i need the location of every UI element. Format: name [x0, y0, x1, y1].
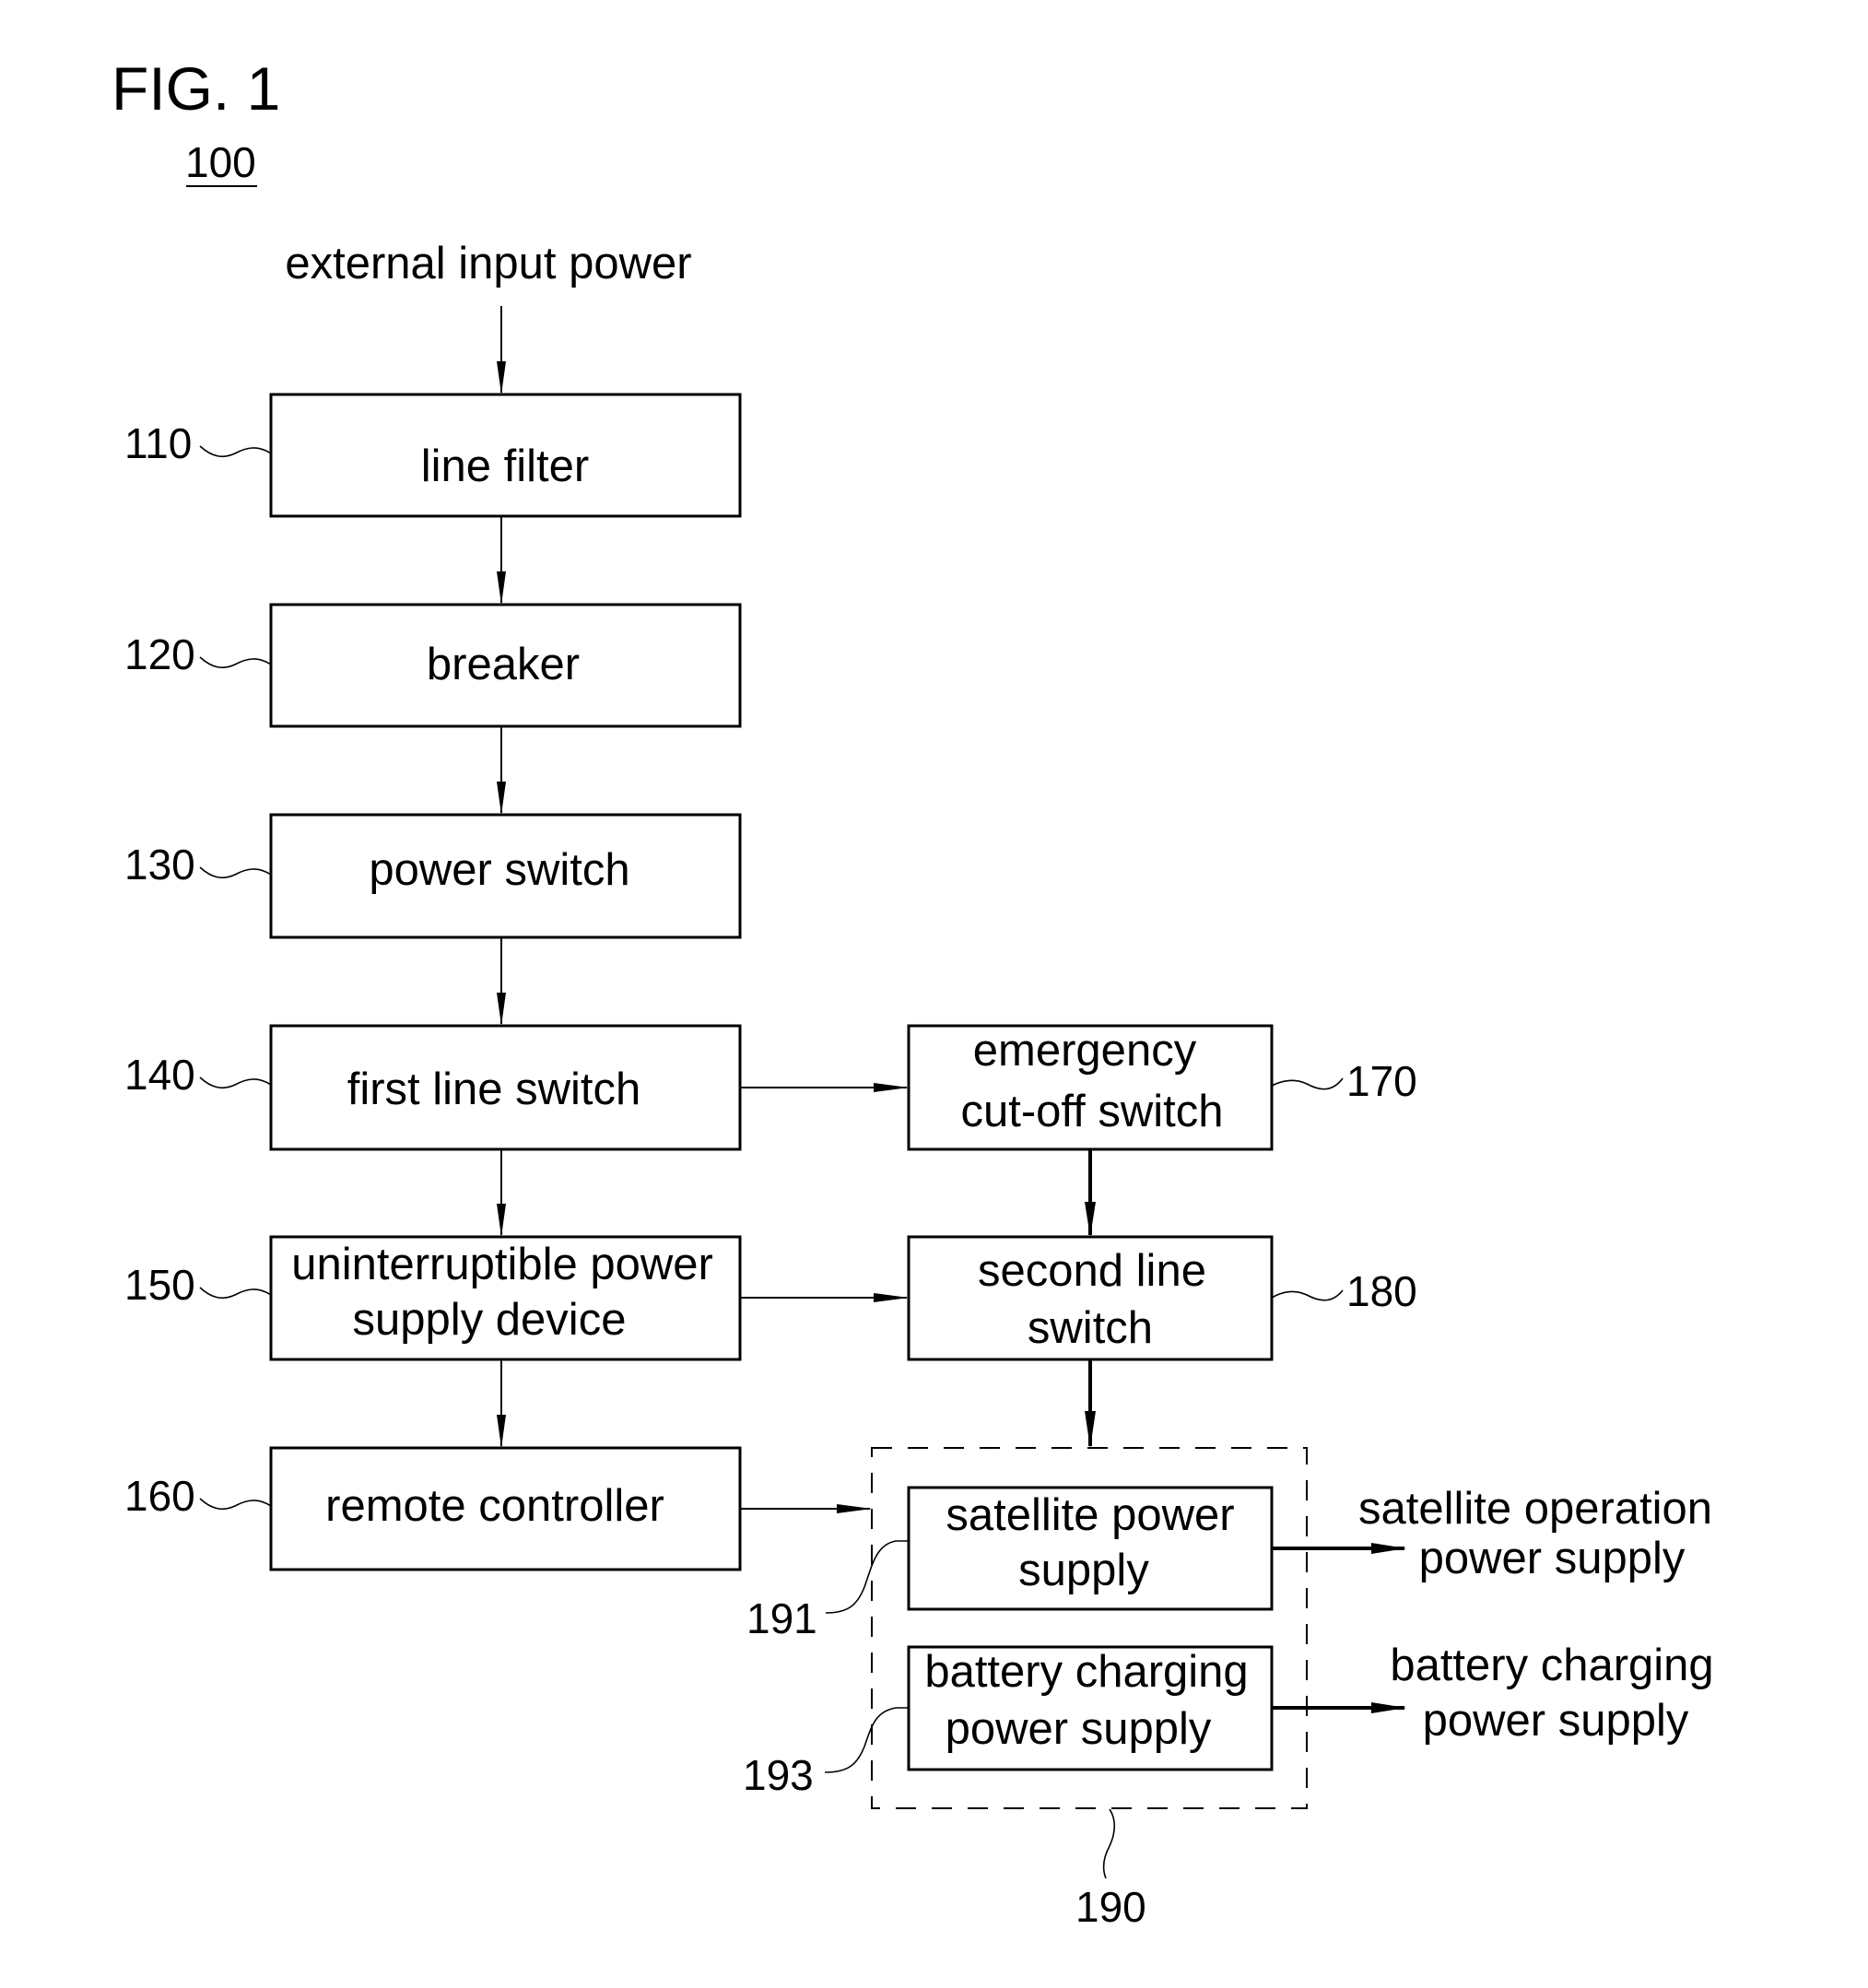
- arrow-first-line-switch-to-emergency: [740, 1083, 909, 1092]
- ref-190: 190: [1075, 1808, 1146, 1931]
- block-label: power switch: [369, 845, 629, 895]
- block-emergency-cutoff-switch[interactable]: emergency cut-off switch: [907, 1024, 1274, 1151]
- output-label-line-1: satellite operation: [1358, 1484, 1712, 1534]
- ref-label: 191: [746, 1594, 817, 1642]
- ref-120: 120: [124, 630, 272, 678]
- block-battery-charging-power-supply[interactable]: battery charging power supply: [907, 1645, 1274, 1771]
- ref-label: 193: [743, 1751, 814, 1799]
- arrow-power-switch-to-first-line-switch: [497, 937, 506, 1026]
- arrow-line-filter-to-breaker: [497, 516, 506, 605]
- ref-label: 140: [124, 1051, 195, 1099]
- block-first-line-switch[interactable]: first line switch: [269, 1024, 742, 1151]
- ref-180: 180: [1271, 1267, 1417, 1315]
- block-label: breaker: [427, 640, 580, 689]
- block-power-switch[interactable]: power switch: [269, 813, 742, 939]
- block-second-line-switch[interactable]: second line switch: [907, 1235, 1274, 1361]
- arrow-second-line-switch-to-group: [1085, 1359, 1096, 1448]
- ref-label: 160: [124, 1472, 195, 1520]
- block-label-line-1: satellite power: [946, 1490, 1234, 1540]
- block-label: remote controller: [325, 1481, 664, 1531]
- block-label: line filter: [421, 441, 589, 491]
- block-breaker[interactable]: breaker: [269, 603, 742, 728]
- block-diagram: FIG. 1 100 external input power line fil…: [112, 54, 1714, 1931]
- arrow-first-line-switch-to-ups: [497, 1149, 506, 1237]
- arrow-ups-to-second-line-switch: [740, 1293, 909, 1302]
- ref-label: 190: [1075, 1883, 1146, 1931]
- figure-title: FIG. 1: [112, 54, 280, 123]
- block-remote-controller[interactable]: remote controller: [269, 1446, 742, 1571]
- block-ups[interactable]: uninterruptible power supply device: [269, 1235, 742, 1361]
- arrow-breaker-to-power-switch: [497, 726, 506, 815]
- ref-160: 160: [124, 1472, 272, 1520]
- block-line-filter[interactable]: line filter: [269, 393, 742, 518]
- arrow-input-to-line-filter: [497, 306, 506, 394]
- ref-label: 120: [124, 630, 195, 678]
- ref-150: 150: [124, 1261, 272, 1309]
- ref-170: 170: [1271, 1057, 1417, 1105]
- ref-193: 193: [743, 1707, 909, 1799]
- block-label-line-2: supply: [1018, 1546, 1149, 1595]
- input-label: external input power: [285, 239, 691, 288]
- output-label-line-1: battery charging: [1390, 1641, 1713, 1690]
- block-label-line-2: supply device: [353, 1295, 627, 1345]
- ref-label: 170: [1346, 1057, 1417, 1105]
- ref-label: 130: [124, 841, 195, 888]
- block-label-line-1: battery charging: [924, 1647, 1248, 1697]
- block-label-line-2: switch: [1028, 1303, 1153, 1353]
- block-label-line-1: second line: [978, 1246, 1206, 1296]
- ref-label: 150: [124, 1261, 195, 1309]
- arrow-ups-to-remote-controller: [497, 1359, 506, 1448]
- block-label: first line switch: [347, 1065, 641, 1114]
- ref-label: 180: [1346, 1267, 1417, 1315]
- block-label-line-2: power supply: [946, 1704, 1212, 1754]
- arrow-satellite-output: [1272, 1543, 1406, 1554]
- arrow-remote-controller-to-group: [740, 1504, 872, 1513]
- arrow-emergency-to-second-line-switch: [1085, 1149, 1096, 1237]
- ref-110: 110: [124, 419, 272, 467]
- ref-191: 191: [746, 1540, 909, 1642]
- output-label-line-2: power supply: [1419, 1534, 1686, 1583]
- figure-reference: 100: [185, 138, 256, 186]
- block-satellite-power-supply[interactable]: satellite power supply: [907, 1486, 1274, 1611]
- ref-140: 140: [124, 1051, 272, 1099]
- output-battery-charging-power-supply: battery charging power supply: [1390, 1641, 1713, 1746]
- block-label-line-2: cut-off switch: [960, 1087, 1223, 1136]
- output-satellite-operation-power-supply: satellite operation power supply: [1358, 1484, 1712, 1583]
- ref-label: 110: [124, 419, 192, 467]
- ref-130: 130: [124, 841, 272, 888]
- arrow-battery-output: [1272, 1702, 1406, 1713]
- output-label-line-2: power supply: [1423, 1696, 1689, 1746]
- block-label-line-1: emergency: [973, 1026, 1197, 1076]
- block-label-line-1: uninterruptible power: [291, 1240, 713, 1289]
